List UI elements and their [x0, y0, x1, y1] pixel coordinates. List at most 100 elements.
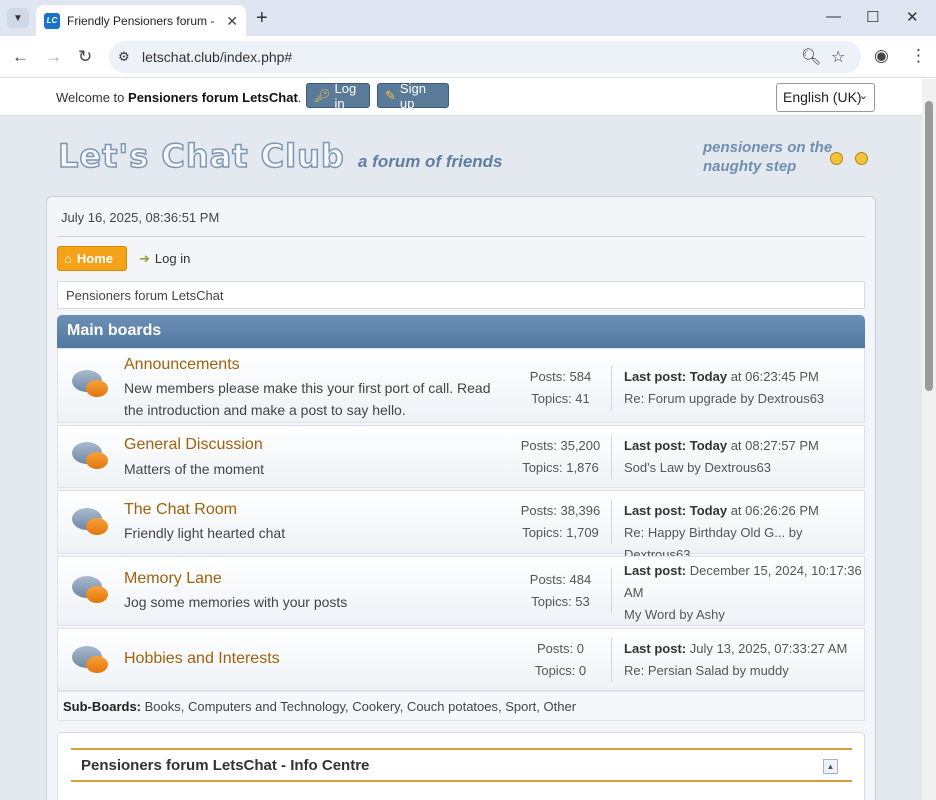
board-title[interactable]: Hobbies and Interests [124, 650, 280, 668]
board-stats: Posts: 35,200 Topics: 1,876 [510, 435, 612, 479]
divider [57, 236, 865, 237]
site-logo[interactable]: Let's Chat Club [57, 136, 345, 176]
scrollbar-thumb[interactable] [925, 101, 933, 391]
site-info-icon[interactable]: ⚙ [118, 49, 130, 65]
back-icon[interactable]: ← [12, 47, 29, 67]
board-posts: Posts: 35,200 [520, 438, 601, 453]
board-row: Memory Lane Jog some memories with your … [57, 556, 865, 626]
last-post-label: Last post: [624, 563, 687, 578]
site-tagline: a forum of friends [358, 152, 503, 171]
forward-icon[interactable]: → [45, 47, 62, 67]
new-tab-icon[interactable]: + [256, 7, 268, 30]
welcome-prefix: Welcome to [56, 90, 125, 105]
board-posts: Posts: 38,396 [520, 503, 601, 518]
page-scrollbar[interactable] [922, 79, 936, 800]
board-posts: Posts: 0 [537, 641, 584, 656]
board-chat-icon [72, 508, 108, 538]
menu-icon[interactable]: ⋮ [910, 46, 927, 66]
home-button[interactable]: ⌂ Home [57, 246, 127, 271]
board-description: New members please make this your first … [124, 380, 491, 418]
smiley-icon [830, 152, 843, 165]
board-stats: Posts: 38,396 Topics: 1,709 [510, 500, 612, 544]
board-stats: Posts: 584 Topics: 41 [510, 366, 612, 410]
last-post-when: Today [689, 503, 728, 518]
welcome-suffix: . [297, 90, 302, 105]
board-chat-icon [72, 370, 108, 400]
last-post-subject[interactable]: My Word by Ashy [624, 604, 864, 626]
last-post-subject[interactable]: Re: Persian Salad by muddy [624, 660, 864, 682]
last-post-time: July 13, 2025, 07:33:27 AM [689, 641, 848, 656]
board-stats: Posts: 484 Topics: 53 [510, 569, 612, 613]
board-last-post: Last post: July 13, 2025, 07:33:27 AM Re… [624, 638, 864, 682]
board-row: The Chat Room Friendly light hearted cha… [57, 490, 865, 562]
signup-button[interactable]: ✎ Sign up [377, 80, 449, 111]
board-posts: Posts: 484 [529, 572, 592, 587]
board-row: Announcements New members please make th… [57, 348, 865, 423]
last-post-when: Today [689, 369, 728, 384]
signup-button-label: Sign up [399, 80, 426, 111]
board-topics: Topics: 41 [531, 391, 590, 406]
board-chat-icon [72, 646, 108, 676]
minimize-icon[interactable]: — [826, 8, 841, 25]
sub-boards-label: Sub-Boards: [63, 699, 141, 714]
board-row: General Discussion Matters of the moment… [57, 425, 865, 488]
pencil-icon: ✎ [385, 87, 396, 103]
key-icon: 🔑︎ [314, 87, 331, 103]
collapse-icon[interactable]: ▲ [823, 759, 838, 774]
last-post-subject[interactable]: Sod's Law by Dextrous63 [624, 457, 864, 479]
login-link-label: Log in [154, 251, 191, 266]
reload-icon[interactable]: ↻ [78, 47, 92, 67]
tab-title: Friendly Pensioners forum - Let's Chat C… [67, 13, 217, 28]
info-centre-title: Pensioners forum LetsChat - Info Centre … [71, 748, 852, 782]
maximize-icon[interactable]: ☐ [866, 8, 879, 26]
language-select[interactable]: English (UK) ⌄ [776, 83, 875, 112]
close-icon[interactable]: ✕ [226, 13, 238, 30]
login-button-label: Log in [334, 80, 357, 111]
last-post-when: Today [689, 438, 728, 453]
last-post-time: at 06:23:45 PM [730, 369, 819, 384]
login-icon: ➜ [139, 251, 150, 266]
last-post-label: Last post: [624, 438, 687, 453]
bookmark-star-icon[interactable]: ☆ [831, 47, 845, 67]
zoom-icon[interactable]: 🔍︎ [801, 47, 821, 67]
breadcrumb: Pensioners forum LetsChat [57, 281, 865, 309]
smiley-icon [855, 152, 868, 165]
board-topics: Topics: 1,709 [522, 525, 599, 540]
board-last-post: Last post: Today at 06:23:45 PM Re: Foru… [624, 366, 864, 410]
url-text[interactable]: letschat.club/index.php# [142, 49, 292, 65]
profile-icon[interactable]: ◉ [874, 46, 889, 66]
info-centre-title-text: Pensioners forum LetsChat - Info Centre [81, 757, 370, 774]
sub-boards-links[interactable]: Books, Computers and Technology, Cookery… [145, 699, 576, 714]
board-description: Friendly light hearted chat [124, 525, 286, 541]
board-stats: Posts: 0 Topics: 0 [510, 638, 612, 682]
welcome-text: Welcome to Pensioners forum LetsChat. [56, 90, 301, 105]
last-post-label: Last post: [624, 641, 687, 656]
board-title[interactable]: The Chat Room [124, 501, 237, 519]
last-post-time: at 06:26:26 PM [730, 503, 819, 518]
category-header[interactable]: Main boards [57, 315, 865, 348]
browser-tab[interactable]: LC Friendly Pensioners forum - Let's Cha… [36, 5, 246, 36]
breadcrumb-item[interactable]: Pensioners forum LetsChat [66, 288, 224, 303]
home-icon: ⌂ [64, 251, 72, 266]
board-title[interactable]: Announcements [124, 356, 240, 374]
address-bar[interactable]: ⚙ letschat.club/index.php# 🔍︎ ☆ [109, 41, 861, 73]
site-slogan: pensioners on the naughty step [703, 139, 833, 175]
site-favicon: LC [44, 12, 60, 29]
login-button[interactable]: 🔑︎ Log in [306, 80, 370, 111]
browser-tab-strip: ▼ LC Friendly Pensioners forum - Let's C… [0, 0, 936, 36]
board-title[interactable]: General Discussion [124, 436, 263, 454]
last-post-label: Last post: [624, 503, 687, 518]
sub-boards: Sub-Boards: Books, Computers and Technol… [57, 691, 865, 721]
last-post-subject[interactable]: Re: Forum upgrade by Dextrous63 [624, 388, 864, 410]
page-viewport: Welcome to Pensioners forum LetsChat. 🔑︎… [0, 79, 936, 800]
last-post-time: at 08:27:57 PM [730, 438, 819, 453]
site-name: Pensioners forum LetsChat [128, 90, 298, 105]
board-row: Hobbies and Interests Posts: 0 Topics: 0… [57, 628, 865, 691]
board-topics: Topics: 1,876 [522, 460, 599, 475]
tab-search-icon[interactable]: ▼ [7, 8, 29, 28]
login-link[interactable]: ➜ Log in [139, 251, 190, 267]
board-topics: Topics: 53 [531, 594, 590, 609]
board-chat-icon [72, 442, 108, 472]
board-title[interactable]: Memory Lane [124, 570, 222, 588]
window-close-icon[interactable]: ✕ [906, 8, 919, 26]
